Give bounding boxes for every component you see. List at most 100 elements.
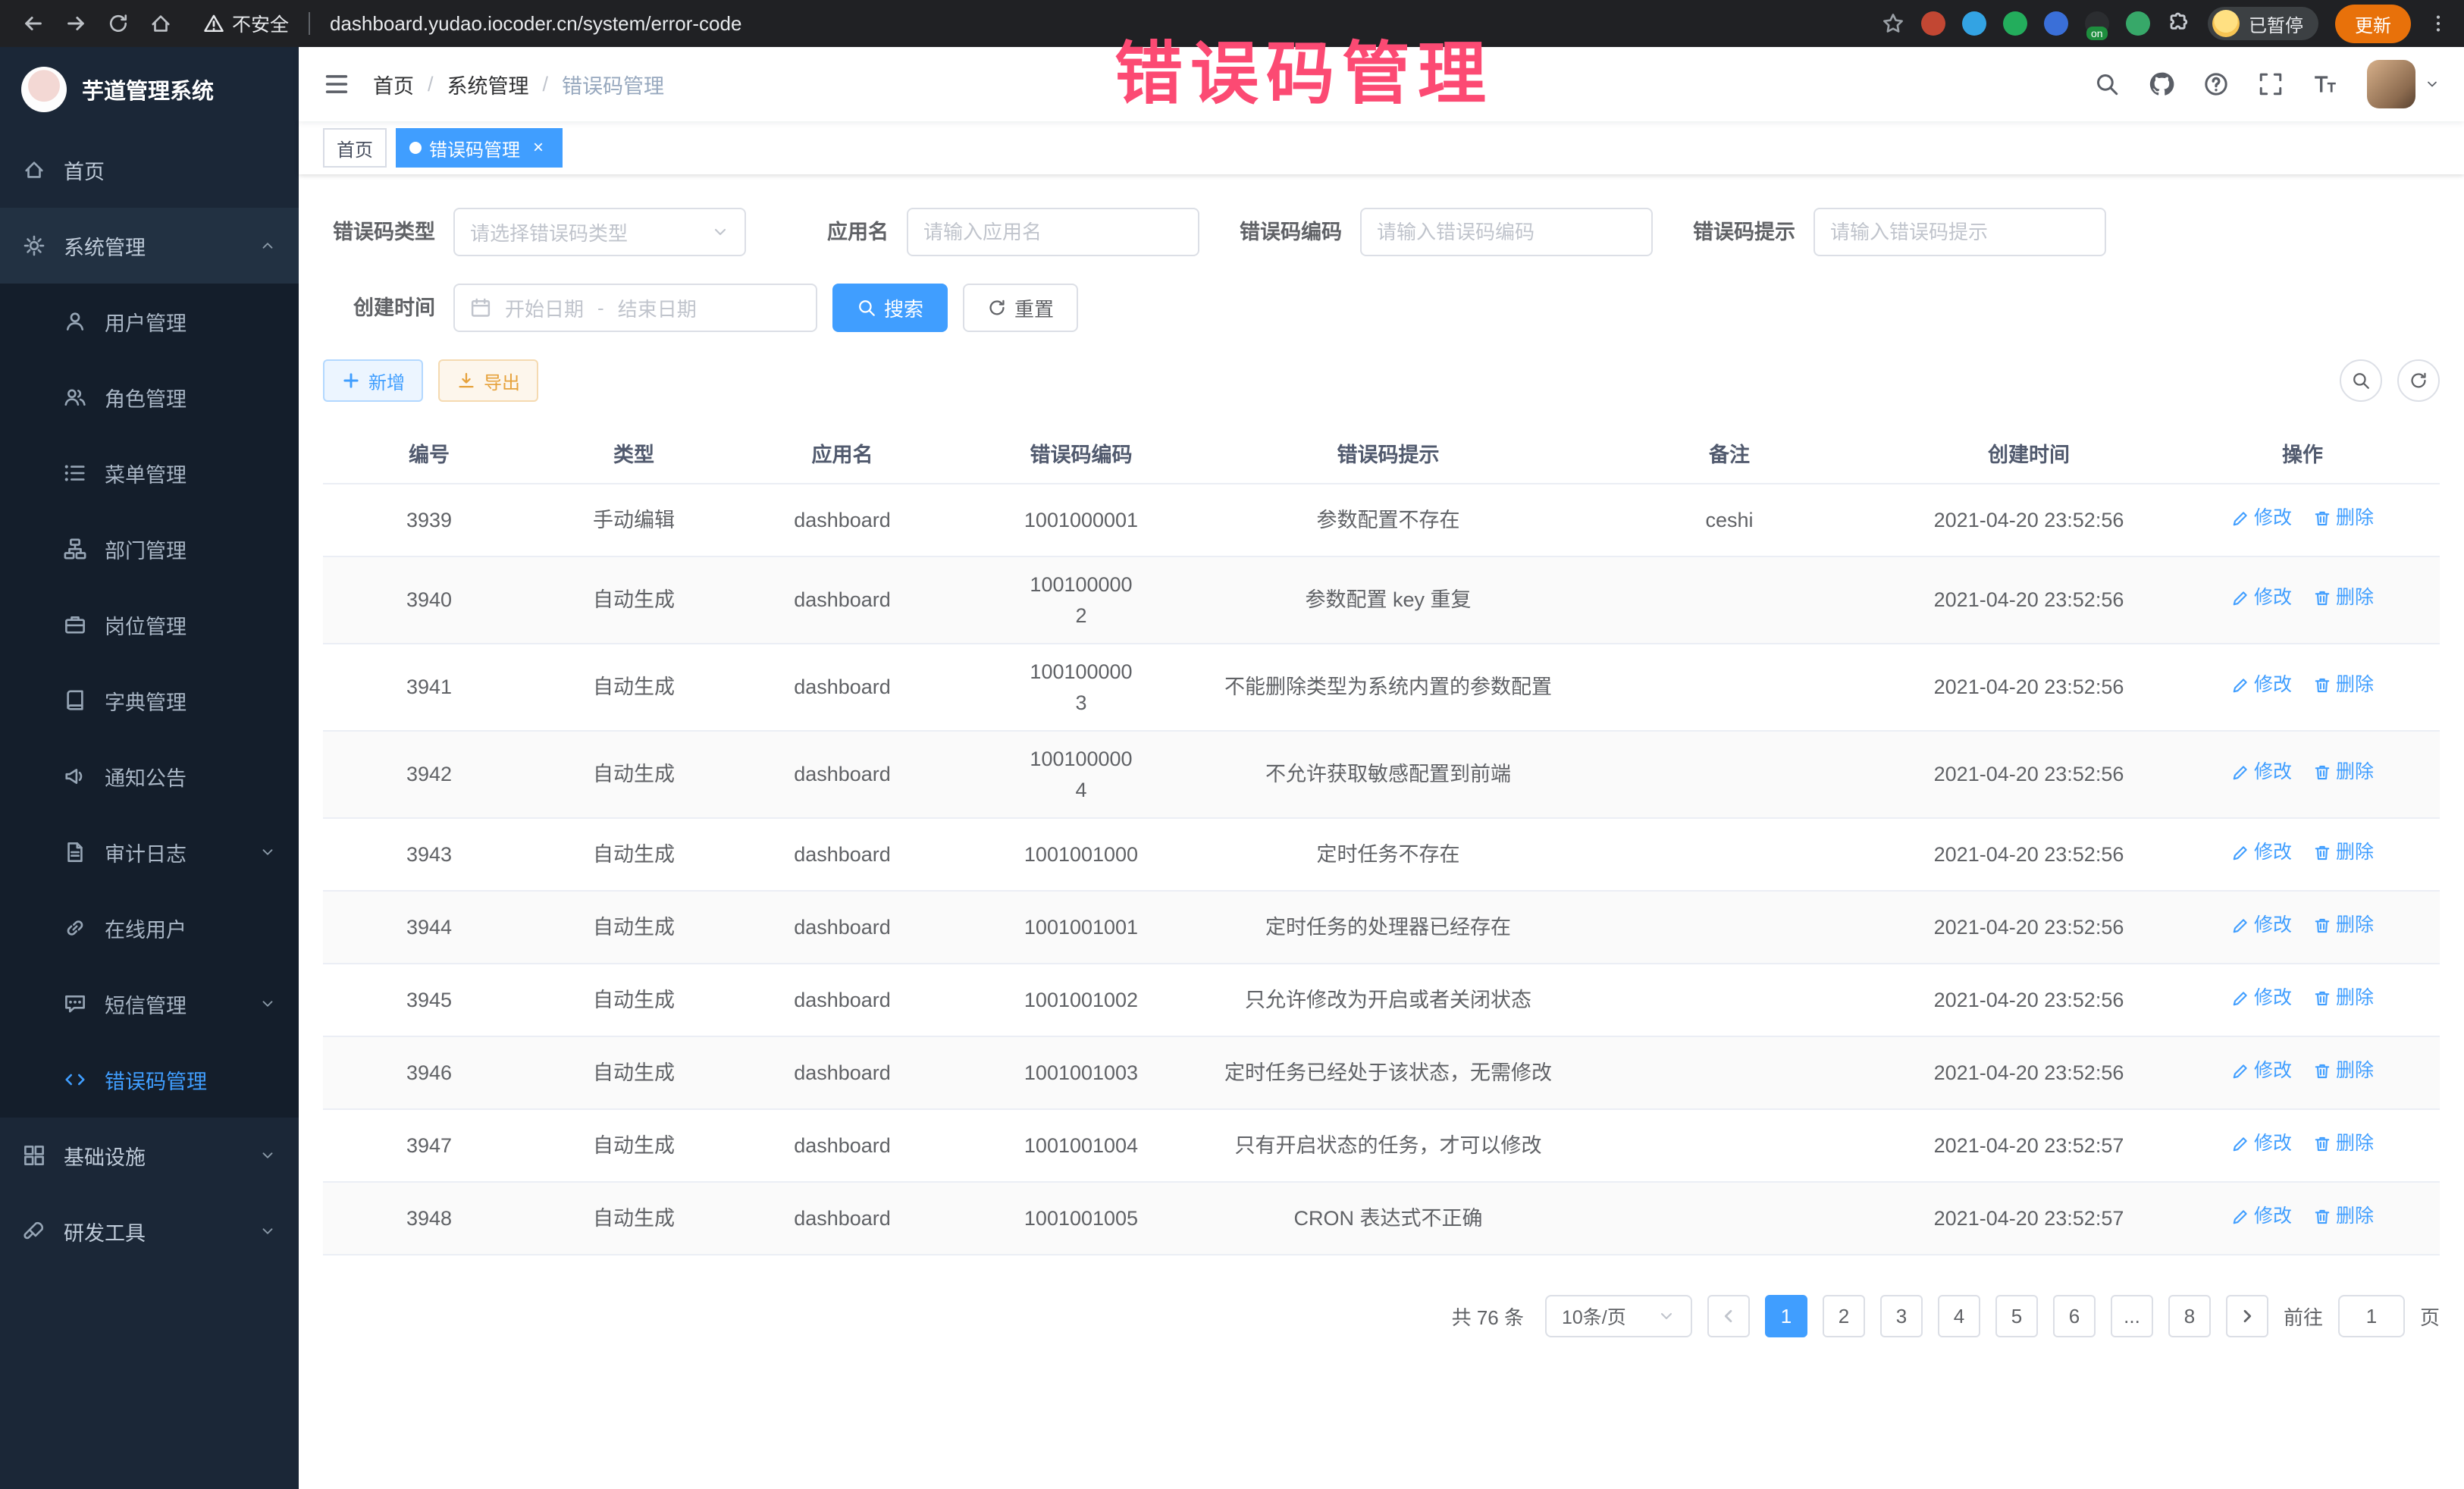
sidebar-item-dict[interactable]: 字典管理 (0, 663, 299, 738)
tag-1[interactable]: 错误码管理× (396, 128, 563, 168)
extension-icon-teal[interactable] (2126, 11, 2150, 36)
search-button[interactable]: 搜索 (832, 284, 948, 332)
error-code-input[interactable] (1360, 208, 1653, 256)
delete-link[interactable]: 删除 (2313, 1130, 2374, 1158)
sidebar-item-audit-log[interactable]: 审计日志 (0, 814, 299, 890)
font-size-icon[interactable] (2312, 71, 2338, 97)
page-button-3[interactable]: 3 (1880, 1295, 1923, 1337)
edit-link[interactable]: 修改 (2231, 839, 2292, 867)
browser-menu-icon[interactable] (2428, 13, 2449, 34)
breadcrumb-separator: / (543, 73, 549, 96)
extension-icon-green[interactable] (2003, 11, 2027, 36)
sidebar-item-sms[interactable]: 短信管理 (0, 966, 299, 1042)
delete-link[interactable]: 删除 (2313, 911, 2374, 940)
edit-link[interactable]: 修改 (2231, 1057, 2292, 1086)
bookmark-star-icon[interactable] (1882, 12, 1904, 35)
error-type-select[interactable]: 请选择错误码类型 (453, 208, 746, 256)
goto-suffix: 页 (2420, 1302, 2440, 1331)
delete-link[interactable]: 删除 (2313, 671, 2374, 700)
address-bar[interactable]: dashboard.yudao.iocoder.cn/system/error-… (330, 12, 741, 36)
app-name-input[interactable] (907, 208, 1199, 256)
browser-back-icon[interactable] (15, 5, 52, 42)
edit-link[interactable]: 修改 (2231, 984, 2292, 1013)
edit-link[interactable]: 修改 (2231, 758, 2292, 787)
sidebar-item-error-code[interactable]: 错误码管理 (0, 1042, 299, 1118)
edit-label: 修改 (2254, 1130, 2292, 1158)
toggle-search-button[interactable] (2340, 359, 2382, 402)
sidebar-item-dev-tool[interactable]: 研发工具 (0, 1193, 299, 1269)
delete-link[interactable]: 删除 (2313, 1202, 2374, 1231)
page-button-5[interactable]: 5 (1995, 1295, 2038, 1337)
search-icon (857, 298, 876, 318)
sidebar-item-role[interactable]: 角色管理 (0, 359, 299, 435)
sidebar-item-infra[interactable]: 基础设施 (0, 1118, 299, 1193)
delete-link[interactable]: 删除 (2313, 584, 2374, 613)
edit-link[interactable]: 修改 (2231, 1130, 2292, 1158)
page-size-select[interactable]: 10条/页 (1545, 1295, 1692, 1337)
page-button-8[interactable]: 8 (2168, 1295, 2211, 1337)
browser-home-icon[interactable] (143, 5, 179, 42)
edit-link[interactable]: 修改 (2231, 504, 2292, 533)
sidebar-toggle-icon[interactable] (323, 71, 350, 98)
delete-link[interactable]: 删除 (2313, 758, 2374, 787)
sidebar-item-home[interactable]: 首页 (0, 132, 299, 208)
delete-link[interactable]: 删除 (2313, 984, 2374, 1013)
add-button[interactable]: 新增 (323, 359, 423, 402)
refresh-table-button[interactable] (2397, 359, 2440, 402)
sidebar-item-post[interactable]: 岗位管理 (0, 587, 299, 663)
cell-code: 100100000 4 (952, 731, 1210, 818)
sidebar-item-menu[interactable]: 菜单管理 (0, 435, 299, 511)
delete-link[interactable]: 删除 (2313, 504, 2374, 533)
user-menu[interactable] (2367, 60, 2440, 108)
page-button-2[interactable]: 2 (1823, 1295, 1865, 1337)
search-icon[interactable] (2094, 71, 2120, 97)
breadcrumb-item[interactable]: 系统管理 (447, 70, 529, 99)
extension-icon-red[interactable] (1921, 11, 1945, 36)
user-icon (64, 310, 86, 333)
security-chip[interactable]: 不安全 (203, 10, 289, 37)
table-body: 3939手动编辑dashboard1001000001参数配置不存在ceshi2… (323, 484, 2440, 1255)
breadcrumb-item[interactable]: 首页 (373, 70, 414, 99)
sidebar-item-online-user[interactable]: 在线用户 (0, 890, 299, 966)
extension-icon-blue[interactable] (1962, 11, 1986, 36)
edit-link[interactable]: 修改 (2231, 671, 2292, 700)
extensions-puzzle-icon[interactable] (2167, 11, 2191, 36)
browser-forward-icon[interactable] (58, 5, 94, 42)
sidebar-item-user[interactable]: 用户管理 (0, 284, 299, 359)
cell-app: dashboard (732, 484, 952, 556)
delete-icon (2313, 509, 2331, 528)
browser-reload-icon[interactable] (100, 5, 136, 42)
next-page-button[interactable] (2226, 1295, 2268, 1337)
prev-page-button[interactable] (1707, 1295, 1750, 1337)
edit-link[interactable]: 修改 (2231, 1202, 2292, 1231)
sidebar-item-system[interactable]: 系统管理 (0, 208, 299, 284)
reset-button[interactable]: 重置 (963, 284, 1078, 332)
page-button-6[interactable]: 6 (2053, 1295, 2096, 1337)
edit-icon (2231, 1135, 2249, 1153)
close-icon[interactable]: × (528, 137, 549, 158)
chevron-down-icon (259, 995, 276, 1012)
fullscreen-icon[interactable] (2258, 71, 2284, 97)
sidebar-item-dept[interactable]: 部门管理 (0, 511, 299, 587)
tree-icon (64, 538, 86, 560)
page-button-4[interactable]: 4 (1938, 1295, 1980, 1337)
sidebar-item-notice[interactable]: 通知公告 (0, 738, 299, 814)
github-icon[interactable] (2149, 71, 2174, 97)
profile-paused-chip[interactable]: 已暂停 (2208, 7, 2318, 40)
app-logo[interactable]: 芋道管理系统 (0, 47, 299, 132)
create-time-range-picker[interactable]: 开始日期 - 结束日期 (453, 284, 817, 332)
delete-link[interactable]: 删除 (2313, 1057, 2374, 1086)
edit-link[interactable]: 修改 (2231, 584, 2292, 613)
delete-link[interactable]: 删除 (2313, 839, 2374, 867)
browser-update-button[interactable]: 更新 (2335, 5, 2411, 43)
extension-icon-dark[interactable]: on (2085, 11, 2109, 36)
edit-link[interactable]: 修改 (2231, 911, 2292, 940)
tag-0[interactable]: 首页 (323, 128, 387, 168)
error-message-input[interactable] (1814, 208, 2106, 256)
page-button-...[interactable]: ... (2111, 1295, 2153, 1337)
page-button-1[interactable]: 1 (1765, 1295, 1807, 1337)
help-icon[interactable] (2203, 71, 2229, 97)
extension-icon-indigo[interactable] (2044, 11, 2068, 36)
export-button[interactable]: 导出 (438, 359, 538, 402)
goto-page-input[interactable] (2338, 1295, 2405, 1337)
